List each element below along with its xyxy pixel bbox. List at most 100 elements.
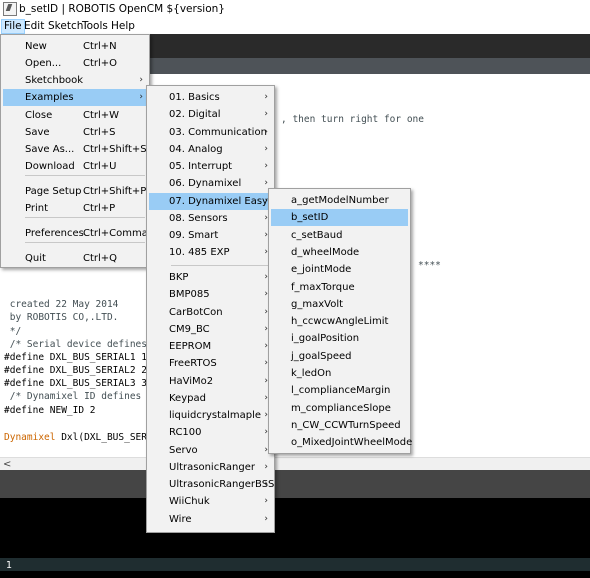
file-menu-item-save[interactable]: Save Ctrl+S: [3, 124, 147, 141]
file-menu-item-close[interactable]: Close Ctrl+W: [3, 107, 147, 124]
menu-item-shortcut: Ctrl+U: [83, 161, 117, 172]
menu-item-label: Quit: [25, 253, 46, 264]
file-menu-item-sketchbook[interactable]: Sketchbook ›: [3, 72, 147, 89]
examples-item-bmp085[interactable]: BMP085 ›: [149, 286, 272, 303]
status-bar: [0, 470, 590, 498]
examples-item-cm9-bc[interactable]: CM9_BC ›: [149, 321, 272, 338]
dynamixel-easy-item-l-compliancemargin[interactable]: l_complianceMargin: [271, 382, 408, 399]
examples-item-02-digital[interactable]: 02. Digital ›: [149, 106, 272, 123]
menu-item-shortcut: Ctrl+S: [83, 127, 116, 138]
dynamixel-easy-item-c-setbaud[interactable]: c_setBaud: [271, 227, 408, 244]
file-menu-item-new[interactable]: New Ctrl+N: [3, 38, 147, 55]
dynamixel-easy-item-b-setid[interactable]: b_setID: [271, 209, 408, 227]
console-output: [0, 498, 590, 558]
menu-item-label: Print: [25, 203, 49, 214]
menu-item-label: RC100: [169, 427, 202, 439]
menu-item-label: Sketchbook: [25, 75, 84, 86]
examples-item-liquidcrystalmaple[interactable]: liquidcrystalmaple ›: [149, 407, 272, 424]
menu-item-label: 04. Analog: [169, 143, 223, 155]
menu-item-label: Examples: [25, 92, 74, 103]
examples-item-bkp[interactable]: BKP ›: [149, 269, 272, 286]
menu-item-label: 06. Dynamixel: [169, 178, 242, 190]
code-keyword: Dynamixel: [4, 432, 56, 443]
file-menu-item-preferences[interactable]: Preferences Ctrl+Comma: [3, 225, 148, 242]
examples-item-09-smart[interactable]: 09. Smart ›: [149, 227, 272, 244]
dynamixel-easy-item-j-goalspeed[interactable]: j_goalSpeed: [271, 348, 408, 365]
examples-item-eeprom[interactable]: EEPROM ›: [149, 338, 272, 355]
dynamixel-easy-item-k-ledon[interactable]: k_ledOn: [271, 365, 408, 382]
menu-help[interactable]: Help: [109, 20, 137, 33]
file-menu-item-print[interactable]: Print Ctrl+P: [3, 200, 147, 217]
dynamixel-easy-item-a-getmodelnumber[interactable]: a_getModelNumber: [271, 192, 408, 209]
chevron-right-icon: ›: [264, 126, 268, 137]
menu-tools[interactable]: Tools: [80, 20, 110, 33]
menu-item-label: New: [25, 41, 47, 52]
examples-item-04-analog[interactable]: 04. Analog ›: [149, 141, 272, 158]
menu-item-label: Save As...: [25, 144, 75, 155]
file-menu-item-quit[interactable]: Quit Ctrl+Q: [3, 250, 147, 267]
dynamixel-easy-item-d-wheelmode[interactable]: d_wheelMode: [271, 244, 408, 261]
file-menu-item-save-as[interactable]: Save As... Ctrl+Shift+S: [3, 141, 147, 158]
menu-item-label: g_maxVolt: [291, 298, 344, 310]
code-line: Dynamixel Dxl(DXL_BUS_SERI: [4, 432, 153, 444]
examples-item-wire[interactable]: Wire ›: [149, 511, 272, 528]
footer-bar: 1: [0, 558, 590, 578]
examples-item-ultrasonicrangerbss[interactable]: UltrasonicRangerBSS ›: [149, 476, 275, 493]
menu-edit[interactable]: Edit: [22, 20, 46, 33]
examples-item-freertos[interactable]: FreeRTOS ›: [149, 355, 272, 372]
examples-item-06-dynamixel[interactable]: 06. Dynamixel ›: [149, 175, 272, 192]
menu-item-label: 07. Dynamixel Easy: [169, 195, 268, 207]
dynamixel-easy-item-h-ccwcwanglelimit[interactable]: h_ccwcwAngleLimit: [271, 313, 408, 330]
code-line: #define DXL_BUS_SERIAL1 1: [4, 352, 147, 363]
menu-item-label: Servo: [169, 444, 198, 456]
menu-item-label: Preferences: [25, 228, 84, 239]
menu-item-label: c_setBaud: [291, 229, 343, 241]
examples-item-10-485-exp[interactable]: 10. 485 EXP ›: [149, 244, 272, 261]
menu-item-shortcut: Ctrl+P: [83, 203, 116, 214]
examples-item-servo[interactable]: Servo ›: [149, 442, 272, 459]
horizontal-scrollbar[interactable]: <: [0, 457, 590, 471]
menu-item-label: n_CW_CCWTurnSpeed: [291, 419, 401, 431]
menu-item-label: 05. Interrupt: [169, 161, 233, 172]
menu-item-label: m_complianceSlope: [291, 402, 391, 414]
dynamixel-easy-item-e-jointmode[interactable]: e_jointMode: [271, 261, 408, 278]
examples-item-05-interrupt[interactable]: 05. Interrupt ›: [149, 158, 272, 175]
examples-item-rc100[interactable]: RC100 ›: [149, 424, 272, 441]
menu-item-label: 03. Communication: [169, 126, 267, 138]
examples-item-ultrasonicranger[interactable]: UltrasonicRanger ›: [149, 459, 272, 476]
dynamixel-easy-item-n-cw-ccwturnspeed[interactable]: n_CW_CCWTurnSpeed: [271, 417, 408, 434]
dynamixel-easy-item-g-maxvolt[interactable]: g_maxVolt: [271, 296, 408, 313]
examples-item-carbotcon[interactable]: CarBotCon ›: [149, 304, 272, 321]
examples-item-havimo2[interactable]: HaViMo2 ›: [149, 373, 272, 390]
menu-item-label: b_setID: [291, 212, 329, 224]
dynamixel-easy-item-i-goalposition[interactable]: i_goalPosition: [271, 330, 408, 347]
menu-item-label: a_getModelNumber: [291, 195, 389, 206]
code-line: created 22 May 2014: [4, 299, 119, 310]
dynamixel-easy-item-f-maxtorque[interactable]: f_maxTorque: [271, 279, 408, 296]
file-menu-item-open[interactable]: Open... Ctrl+O: [3, 55, 147, 72]
menu-item-label: 08. Sensors: [169, 212, 228, 224]
dynamixel-easy-item-m-complianceslope[interactable]: m_complianceSlope: [271, 400, 408, 417]
file-menu-item-download[interactable]: Download Ctrl+U: [3, 158, 147, 175]
chevron-right-icon: ›: [264, 461, 268, 472]
examples-item-08-sensors[interactable]: 08. Sensors ›: [149, 210, 272, 227]
menu-separator: [25, 217, 145, 218]
menu-item-shortcut: Ctrl+Comma: [83, 228, 148, 239]
dynamixel-easy-item-o-mixedjointwheelmode[interactable]: o_MixedJointWheelMode: [271, 434, 412, 451]
menu-item-label: o_MixedJointWheelMode: [291, 437, 413, 449]
examples-item-wiichuk[interactable]: WiiChuk ›: [149, 493, 272, 510]
file-menu-item-examples[interactable]: Examples ›: [3, 89, 147, 106]
menu-item-label: WiiChuk: [169, 496, 210, 508]
examples-item-03-communication[interactable]: 03. Communication ›: [149, 124, 272, 141]
menu-item-label: Download: [25, 161, 75, 172]
code-fragment: , then turn right for one: [281, 114, 424, 125]
examples-item-07-dynamixel-easy[interactable]: 07. Dynamixel Easy ›: [149, 192, 272, 210]
examples-item-keypad[interactable]: Keypad ›: [149, 390, 272, 407]
menu-item-label: Open...: [25, 58, 62, 69]
menu-item-label: UltrasonicRangerBSS: [169, 479, 275, 490]
examples-item-01-basics[interactable]: 01. Basics ›: [149, 89, 272, 106]
file-menu-item-page-setup[interactable]: Page Setup Ctrl+Shift+P: [3, 183, 147, 200]
code-line: /* Serial device defines: [4, 339, 147, 350]
menu-item-shortcut: Ctrl+O: [83, 58, 118, 69]
menu-item-label: Close: [25, 110, 53, 121]
